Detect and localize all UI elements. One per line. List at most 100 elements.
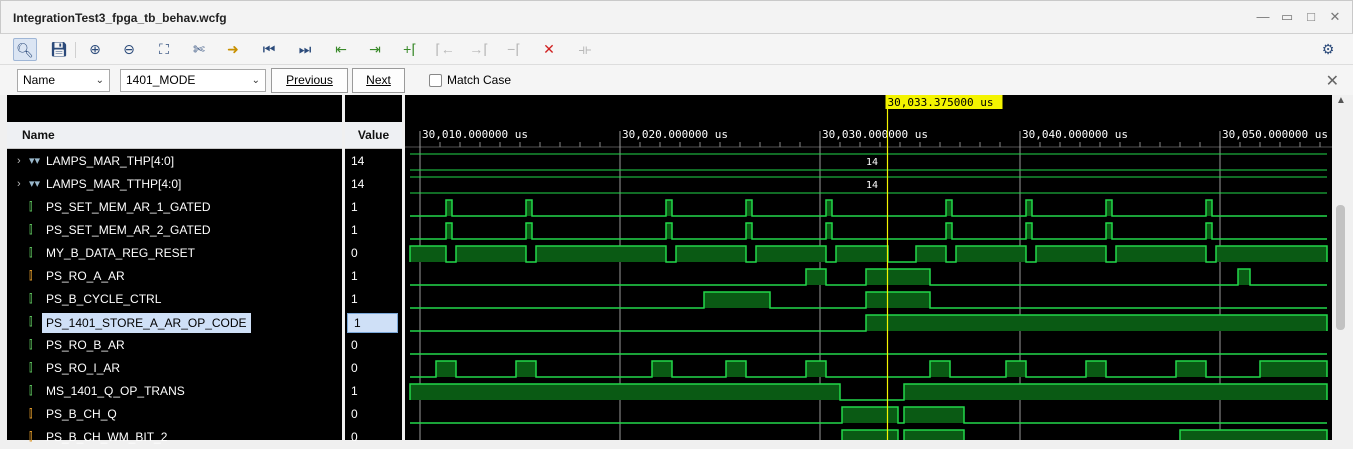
bus-signal-icon: ▾▾ bbox=[29, 155, 41, 167]
signal-row[interactable]: ⫿ PS_B_CH_Q bbox=[7, 403, 342, 426]
window-title: IntegrationTest3_fpga_tb_behav.wcfg bbox=[13, 11, 227, 25]
signal-row[interactable]: ⫿ MS_1401_Q_OP_TRANS bbox=[7, 380, 342, 403]
signal-name: LAMPS_MAR_THP[4:0] bbox=[46, 154, 175, 168]
wave-high-fill bbox=[1026, 200, 1032, 216]
chevron-right-icon[interactable]: › bbox=[17, 150, 21, 173]
signal-row[interactable]: ⫿ PS_RO_B_AR bbox=[7, 334, 342, 357]
value-row[interactable]: 0 bbox=[345, 403, 402, 426]
search-bar: Name ⌄ 1401_MODE ⌄ Previous Next Match C… bbox=[0, 65, 1353, 95]
save-icon[interactable]: 💾︎ bbox=[47, 38, 71, 61]
next-transition-icon[interactable]: ⇥ bbox=[363, 38, 387, 61]
wave-high-fill bbox=[1106, 200, 1112, 216]
previous-transition-icon[interactable]: ⇤ bbox=[329, 38, 353, 61]
signal-value: 0 bbox=[351, 338, 358, 352]
name-column-header[interactable]: Name bbox=[7, 122, 342, 149]
chevron-down-icon: ⌄ bbox=[95, 75, 104, 86]
signal-row[interactable]: ⫿ PS_RO_A_AR bbox=[7, 265, 342, 288]
value-row[interactable]: 1 bbox=[345, 380, 402, 403]
signal-row[interactable]: ⫿ MY_B_DATA_REG_RESET bbox=[7, 242, 342, 265]
add-marker-icon[interactable]: +⌈ bbox=[398, 38, 422, 61]
wave-high-fill bbox=[806, 361, 826, 377]
value-row[interactable]: 1 bbox=[345, 219, 402, 242]
wave-high-fill bbox=[436, 361, 456, 377]
scrollbar-thumb[interactable] bbox=[1336, 205, 1345, 330]
signal-row[interactable]: ⫿ PS_RO_I_AR bbox=[7, 357, 342, 380]
value-column-header[interactable]: Value bbox=[345, 122, 402, 149]
signal-waveform bbox=[410, 222, 1327, 240]
remove-marker-icon: −⌈ bbox=[507, 41, 521, 57]
signal-row[interactable]: ⫿ PS_SET_MEM_AR_1_GATED bbox=[7, 196, 342, 219]
wave-high-fill bbox=[806, 269, 826, 285]
signal-row[interactable]: › ▾▾ LAMPS_MAR_TTHP[4:0] bbox=[7, 173, 342, 196]
value-row[interactable]: 1 bbox=[345, 265, 402, 288]
signal-row[interactable]: ⫿ PS_1401_STORE_A_AR_OP_CODE bbox=[7, 311, 342, 334]
wave-high-fill bbox=[866, 315, 1327, 331]
zoom-out-icon[interactable]: ⊖ bbox=[117, 38, 141, 61]
bit-signal-icon: ⫿ bbox=[29, 339, 33, 351]
search-input[interactable]: 1401_MODE ⌄ bbox=[120, 69, 266, 92]
signal-row[interactable]: ⫿ PS_B_CH_WM_BIT_2 bbox=[7, 426, 342, 449]
bit-signal-icon: ⫿ bbox=[29, 293, 33, 305]
value-row[interactable]: 0 bbox=[345, 334, 402, 357]
wave-high-fill bbox=[956, 246, 1026, 262]
restore-icon[interactable]: ▭ bbox=[1280, 10, 1294, 24]
maximize-icon[interactable]: □ bbox=[1304, 10, 1318, 24]
wave-high-fill bbox=[930, 361, 950, 377]
zoom-in-icon[interactable]: ⊕ bbox=[83, 38, 107, 61]
value-row[interactable]: 0 bbox=[345, 426, 402, 449]
value-row[interactable]: 1 bbox=[345, 288, 402, 311]
zoom-to-cursor-icon[interactable]: ✄ bbox=[187, 38, 211, 61]
time-tick-label: 30,010.000000 us bbox=[422, 128, 528, 141]
wave-high-fill bbox=[904, 407, 964, 423]
scroll-up-icon[interactable]: ▲ bbox=[1336, 95, 1346, 106]
bit-signal-icon: ⫿ bbox=[29, 408, 33, 420]
signal-name: PS_RO_I_AR bbox=[46, 361, 121, 375]
settings-gear-icon[interactable]: ⚙ bbox=[1316, 38, 1340, 61]
value-row[interactable]: 0 bbox=[345, 242, 402, 265]
value-row[interactable]: 1 bbox=[345, 311, 402, 334]
time-tick-label: 30,040.000000 us bbox=[1022, 128, 1128, 141]
waveform-panel[interactable]: 30,010.000000 us 30,020.000000 us 30,030.0… bbox=[405, 95, 1332, 447]
previous-button[interactable]: Previous bbox=[271, 68, 348, 93]
value-row[interactable]: 14 bbox=[345, 150, 402, 173]
wave-high-fill bbox=[1206, 223, 1212, 239]
value-row[interactable]: 1 bbox=[345, 196, 402, 219]
go-to-last-time-icon[interactable]: ⏭ bbox=[293, 38, 317, 61]
time-tick-label: 30,020.000000 us bbox=[622, 128, 728, 141]
signal-row[interactable]: ⫿ PS_SET_MEM_AR_2_GATED bbox=[7, 219, 342, 242]
minimize-icon[interactable]: — bbox=[1256, 10, 1270, 24]
match-case-checkbox[interactable] bbox=[429, 74, 442, 87]
wave-high-fill bbox=[826, 200, 832, 216]
wave-high-fill bbox=[652, 361, 672, 377]
signal-row[interactable]: › ▾▾ LAMPS_MAR_THP[4:0] bbox=[7, 150, 342, 173]
search-icon[interactable]: 🔍︎ bbox=[13, 38, 37, 61]
wave-high-fill bbox=[446, 223, 452, 239]
toolbar-separator bbox=[75, 42, 76, 58]
bus-signal-icon: ▾▾ bbox=[29, 178, 41, 190]
delete-icon[interactable]: ✕ bbox=[537, 38, 561, 61]
wave-high-fill bbox=[666, 223, 672, 239]
value-row[interactable]: 0 bbox=[345, 357, 402, 380]
waveform-canvas[interactable]: 30,010.000000 us 30,020.000000 us 30,030.0… bbox=[405, 95, 1332, 447]
wave-high-fill bbox=[456, 246, 526, 262]
close-search-icon[interactable]: ✕ bbox=[1326, 71, 1339, 91]
wave-high-fill bbox=[704, 292, 770, 308]
window-titlebar: IntegrationTest3_fpga_tb_behav.wcfg — ▭ … bbox=[0, 0, 1353, 34]
value-row[interactable]: 14 bbox=[345, 173, 402, 196]
wave-high-fill bbox=[526, 223, 532, 239]
zoom-fit-icon[interactable]: ⛶ bbox=[152, 38, 176, 61]
wave-high-fill bbox=[676, 246, 746, 262]
signal-value: 14 bbox=[351, 177, 365, 191]
vertical-scrollbar[interactable]: ▲ bbox=[1332, 95, 1353, 440]
close-icon[interactable]: ✕ bbox=[1328, 10, 1342, 24]
go-to-time-zero-icon[interactable]: ⏮ bbox=[257, 38, 281, 61]
wave-high-fill bbox=[842, 407, 898, 423]
next-button[interactable]: Next bbox=[352, 68, 405, 93]
signal-row[interactable]: ⫿ PS_B_CYCLE_CTRL bbox=[7, 288, 342, 311]
wave-high-fill bbox=[746, 223, 752, 239]
cursor-time-label: 30,033.375000 us bbox=[888, 96, 994, 109]
search-field-select[interactable]: Name ⌄ bbox=[17, 69, 110, 92]
signal-value: 1 bbox=[351, 223, 358, 237]
chevron-right-icon[interactable]: › bbox=[17, 173, 21, 196]
go-to-cursor-icon[interactable]: ➜ bbox=[221, 38, 245, 61]
